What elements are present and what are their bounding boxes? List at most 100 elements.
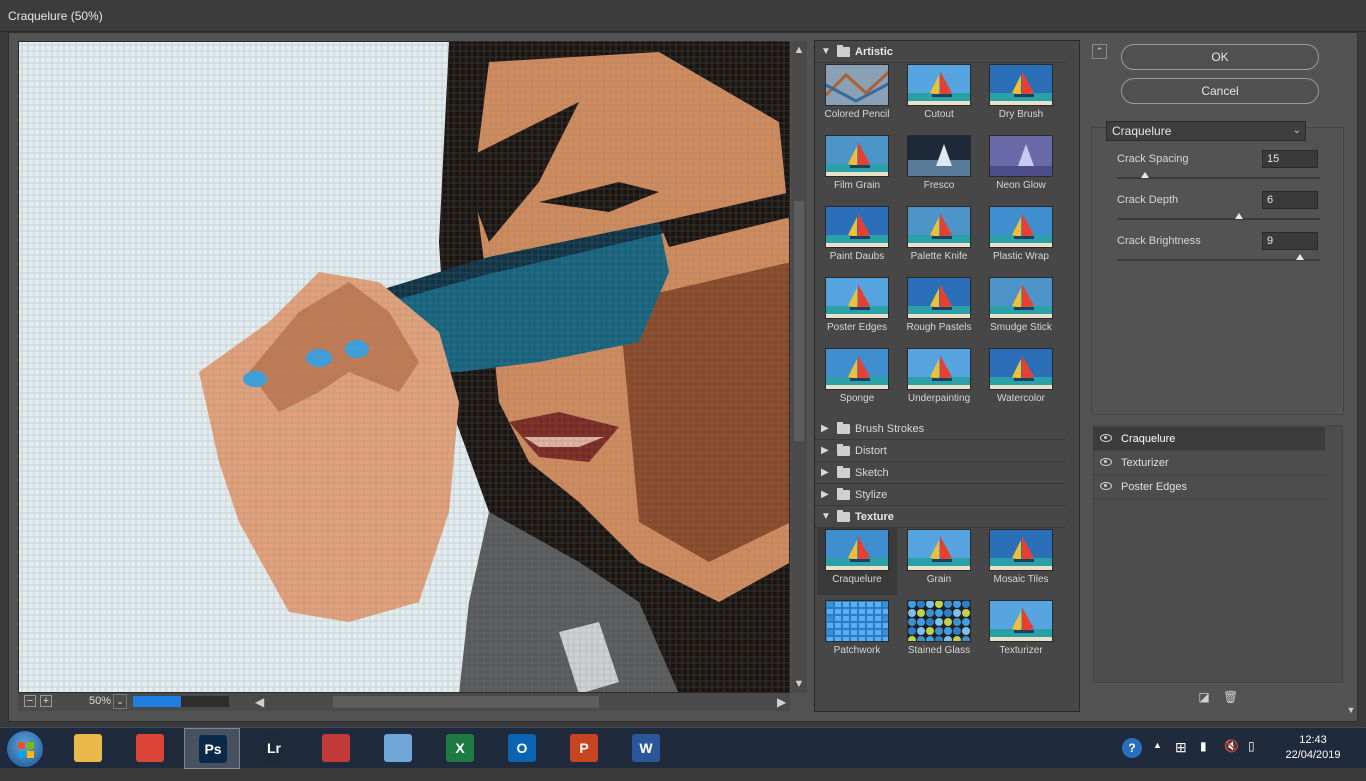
- eye-icon[interactable]: [1100, 434, 1112, 442]
- zoom-dropdown-button[interactable]: ⌄: [113, 694, 127, 709]
- category-sketch[interactable]: ▶ Sketch: [815, 462, 1065, 484]
- panel-scroll-down-icon[interactable]: ▼: [1345, 705, 1357, 717]
- crack-brightness-slider[interactable]: [1117, 254, 1320, 261]
- category-texture[interactable]: ▼ Texture: [815, 506, 1065, 528]
- filter-thumb-dry-brush[interactable]: Dry Brush: [981, 62, 1061, 130]
- battery-icon[interactable]: ▯: [1248, 739, 1255, 780]
- eye-icon[interactable]: [1100, 458, 1112, 466]
- filter-thumb-texturizer[interactable]: Texturizer: [981, 598, 1061, 666]
- filter-thumb-label: Paint Daubs: [829, 251, 885, 262]
- scroll-down-icon[interactable]: ▼: [792, 677, 806, 691]
- preview-vertical-scrollbar[interactable]: ▲ ▼: [791, 41, 807, 693]
- filter-thumb-neon-glow[interactable]: Neon Glow: [981, 133, 1061, 201]
- zoom-in-button[interactable]: +: [40, 695, 52, 707]
- effect-layer[interactable]: Poster Edges: [1093, 475, 1325, 499]
- delete-effect-layer-icon[interactable]: 🗑: [1223, 690, 1238, 704]
- filter-thumb-colored-pencil[interactable]: Colored Pencil: [817, 62, 897, 130]
- crack-spacing-input[interactable]: 15: [1262, 150, 1318, 168]
- clock[interactable]: 12:43 22/04/2019: [1278, 733, 1348, 763]
- powerpoint-icon: P: [570, 734, 598, 762]
- slider-knob[interactable]: [1141, 172, 1150, 178]
- word-icon: W: [632, 734, 660, 762]
- filter-thumb-label: Cutout: [924, 109, 954, 120]
- filter-thumb-fresco[interactable]: Fresco: [899, 133, 979, 201]
- filter-thumb-sponge[interactable]: Sponge: [817, 346, 897, 414]
- filter-thumb-smudge-stick[interactable]: Smudge Stick: [981, 275, 1061, 343]
- horizontal-scroll-thumb[interactable]: [333, 696, 599, 708]
- show-hidden-icons-icon[interactable]: ▲: [1153, 740, 1162, 781]
- ok-button[interactable]: OK: [1121, 44, 1319, 70]
- crack-depth-slider[interactable]: [1117, 213, 1320, 220]
- eye-icon[interactable]: [1100, 482, 1112, 490]
- category-label: Artistic: [855, 46, 893, 58]
- taskbar-app-button[interactable]: [122, 728, 178, 769]
- filter-thumb-underpainting[interactable]: Underpainting: [899, 346, 979, 414]
- network-signal-icon[interactable]: ▮: [1200, 739, 1207, 780]
- scroll-left-icon[interactable]: ◀: [255, 695, 264, 709]
- taskbar-app-button[interactable]: [60, 728, 116, 769]
- filter-thumb-image: [825, 600, 889, 642]
- new-effect-layer-icon[interactable]: ◪: [1198, 690, 1210, 704]
- category-stylize[interactable]: ▶ Stylize: [815, 484, 1065, 506]
- filter-select[interactable]: Craquelure ⌄: [1106, 121, 1306, 141]
- effect-layer-name: Texturizer: [1121, 457, 1169, 469]
- gallery-scrollbar[interactable]: [1066, 41, 1079, 711]
- taskbar-app-button[interactable]: Lr: [246, 728, 302, 769]
- filter-thumb-plastic-wrap[interactable]: Plastic Wrap: [981, 204, 1061, 272]
- filter-thumb-palette-knife[interactable]: Palette Knife: [899, 204, 979, 272]
- volume-muted-icon[interactable]: 🔇: [1224, 739, 1239, 780]
- filter-thumb-cutout[interactable]: Cutout: [899, 62, 979, 130]
- filter-thumb-poster-edges[interactable]: Poster Edges: [817, 275, 897, 343]
- filter-thumb-patchwork[interactable]: Patchwork: [817, 598, 897, 666]
- action-center-icon[interactable]: ⊞: [1175, 739, 1187, 780]
- filter-thumb-paint-daubs[interactable]: Paint Daubs: [817, 204, 897, 272]
- taskbar-app-button[interactable]: W: [618, 728, 674, 769]
- filter-thumb-craquelure[interactable]: Craquelure: [817, 527, 897, 595]
- filter-thumb-watercolor[interactable]: Watercolor: [981, 346, 1061, 414]
- vertical-scroll-thumb[interactable]: [794, 201, 804, 441]
- slider-knob[interactable]: [1234, 213, 1243, 219]
- effect-layer[interactable]: Craquelure: [1093, 427, 1325, 451]
- filter-thumb-label: Film Grain: [833, 180, 881, 191]
- snipping-tool-icon: [322, 734, 350, 762]
- slider-knob[interactable]: [1295, 254, 1304, 260]
- filter-gallery: ▼ Artistic Colored Pencil Cutout Dry Brush…: [814, 40, 1080, 712]
- scroll-right-icon[interactable]: ▶: [777, 695, 786, 709]
- image-preview[interactable]: [18, 41, 790, 693]
- crack-brightness-label: Crack Brightness: [1117, 235, 1201, 247]
- folder-icon: [837, 488, 850, 500]
- chrome-icon: [136, 734, 164, 762]
- collapsed-triangle-icon: ▶: [821, 445, 829, 456]
- taskbar-app-button[interactable]: P: [556, 728, 612, 769]
- crack-depth-label: Crack Depth: [1117, 194, 1179, 206]
- effect-layer-name: Poster Edges: [1121, 481, 1188, 493]
- filter-thumb-film-grain[interactable]: Film Grain: [817, 133, 897, 201]
- crack-spacing-slider[interactable]: [1117, 172, 1320, 179]
- category-distort[interactable]: ▶ Distort: [815, 440, 1065, 462]
- effect-layer[interactable]: Texturizer: [1093, 451, 1325, 475]
- taskbar-app-button[interactable]: X: [432, 728, 488, 769]
- preview-horizontal-scrollbar[interactable]: ◀ ▶: [253, 693, 793, 711]
- crack-brightness-input[interactable]: 9: [1262, 232, 1318, 250]
- start-button[interactable]: [6, 730, 44, 768]
- category-artistic[interactable]: ▼ Artistic: [815, 41, 1065, 63]
- taskbar-app-button[interactable]: O: [494, 728, 550, 769]
- collapse-gallery-button[interactable]: ⌃: [1092, 44, 1107, 59]
- category-label: Stylize: [855, 489, 888, 501]
- preview-image: [19, 42, 789, 692]
- category-label: Sketch: [855, 467, 889, 479]
- crack-depth-input[interactable]: 6: [1262, 191, 1318, 209]
- cancel-button[interactable]: Cancel: [1121, 78, 1319, 104]
- expanded-triangle-icon: ▼: [821, 511, 831, 522]
- taskbar-app-button[interactable]: [308, 728, 364, 769]
- taskbar-app-button[interactable]: Ps: [184, 728, 240, 769]
- filter-thumb-stained-glass[interactable]: Stained Glass: [899, 598, 979, 666]
- filter-thumb-rough-pastels[interactable]: Rough Pastels: [899, 275, 979, 343]
- scroll-up-icon[interactable]: ▲: [792, 43, 806, 57]
- taskbar-app-button[interactable]: [370, 728, 426, 769]
- filter-thumb-grain[interactable]: Grain: [899, 527, 979, 595]
- category-brush-strokes[interactable]: ▶ Brush Strokes: [815, 418, 1065, 440]
- file-explorer-icon: [74, 734, 102, 762]
- zoom-out-button[interactable]: −: [24, 695, 36, 707]
- filter-thumb-mosaic-tiles[interactable]: Mosaic Tiles: [981, 527, 1061, 595]
